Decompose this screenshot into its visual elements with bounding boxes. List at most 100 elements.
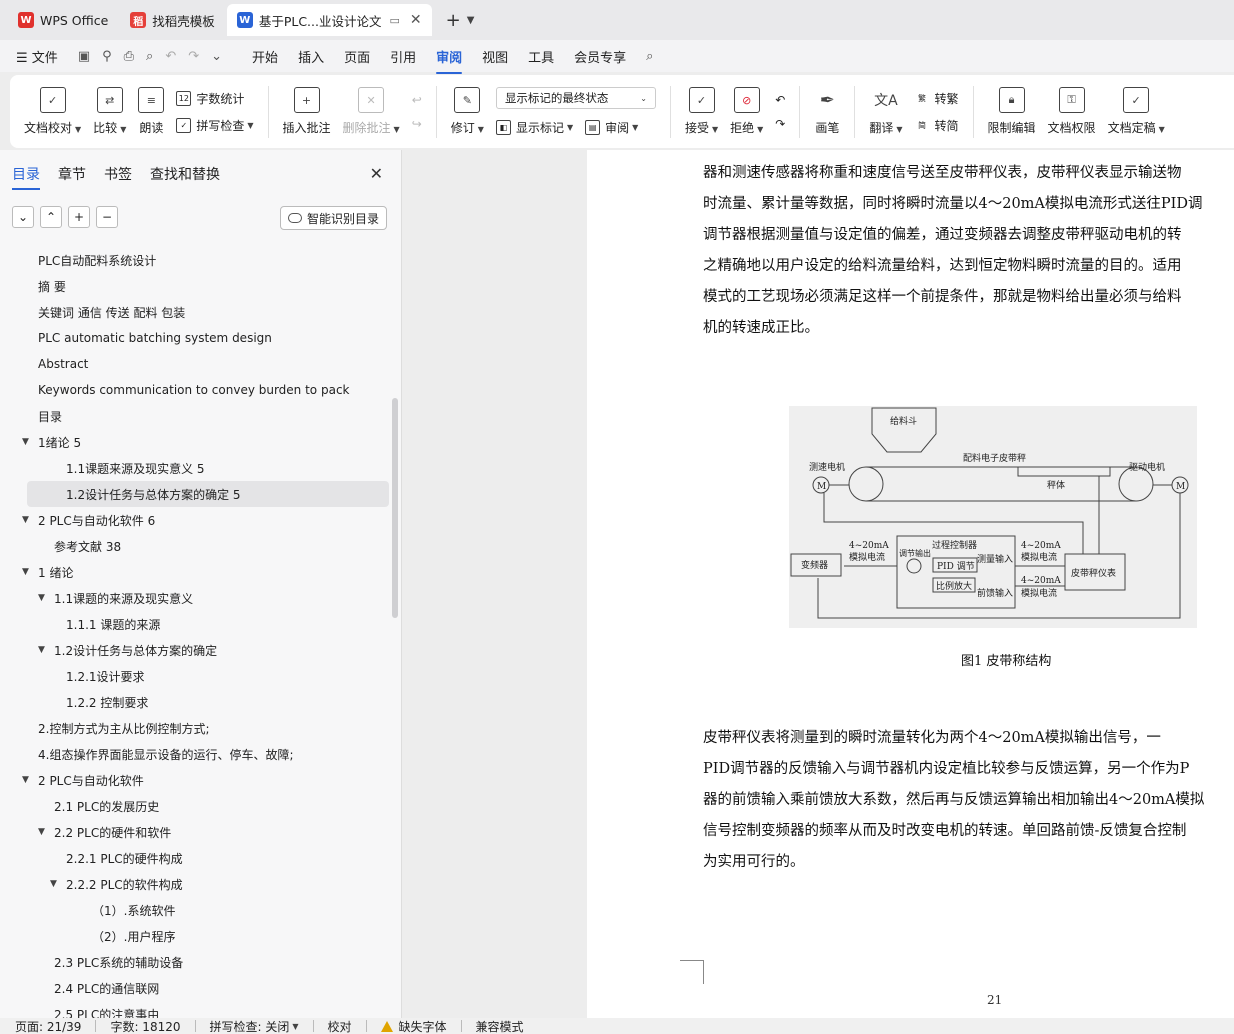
- add-tab-icon[interactable]: +: [446, 10, 461, 31]
- tab-wps-office[interactable]: W WPS Office: [8, 4, 118, 36]
- redo-icon[interactable]: ↷: [188, 49, 199, 64]
- menu-view[interactable]: 视图: [482, 47, 508, 66]
- toc-item[interactable]: 关键词 通信 传送 配料 包装: [0, 299, 392, 325]
- to-traditional-button[interactable]: 繁转繁: [915, 90, 959, 107]
- toc-item[interactable]: Abstract: [0, 351, 392, 377]
- tab-find-replace[interactable]: 查找和替换: [150, 164, 220, 184]
- review-pane-button[interactable]: ▤ 审阅 ▼: [585, 119, 638, 136]
- to-simplified-button[interactable]: 简转简: [915, 117, 959, 134]
- prev-comment-icon[interactable]: ↩: [412, 93, 422, 107]
- delete-comment-button[interactable]: ✕ 删除批注 ▼: [337, 81, 406, 143]
- restrict-edit-button[interactable]: 🔒︎ 限制编辑: [982, 81, 1042, 143]
- insert-comment-button[interactable]: + 插入批注: [277, 81, 337, 143]
- tab-template[interactable]: 稻 找稻壳模板: [120, 4, 225, 36]
- markup-state-select[interactable]: 显示标记的最终状态 ⌄: [495, 87, 656, 109]
- expand-all-icon[interactable]: ⌄: [12, 206, 34, 228]
- pen-button[interactable]: ✒ 画笔: [808, 81, 846, 143]
- caret-down-icon[interactable]: ▼: [22, 775, 29, 785]
- menu-tools[interactable]: 工具: [528, 47, 554, 66]
- toc-item[interactable]: PLC automatic batching system design: [0, 325, 392, 351]
- toc-item[interactable]: 1.1课题来源及现实意义 5: [0, 455, 392, 481]
- toc-item[interactable]: 1.1.1 课题的来源: [0, 611, 392, 637]
- close-icon[interactable]: ✕: [370, 164, 383, 183]
- word-count-indicator[interactable]: 字数: 18120: [110, 1018, 180, 1034]
- toc-item[interactable]: （2）.用户程序: [0, 923, 392, 949]
- toc-item[interactable]: ▼ 2.2.2 PLC的软件构成: [0, 871, 392, 897]
- toc-item[interactable]: 2.1 PLC的发展历史: [0, 793, 392, 819]
- more-icon[interactable]: ⌄: [211, 49, 222, 64]
- next-revision-icon[interactable]: ↷: [775, 117, 785, 131]
- show-markup-button[interactable]: ◧ 显示标记 ▼: [495, 119, 573, 136]
- toc-item[interactable]: 1.2设计任务与总体方案的确定 5: [27, 481, 389, 507]
- tab-bookmarks[interactable]: 书签: [104, 164, 132, 184]
- add-heading-icon[interactable]: +: [68, 206, 90, 228]
- toc-item[interactable]: ▼ 2 PLC与自动化软件 6: [0, 507, 392, 533]
- document-page[interactable]: 器和测速传感器将称重和速度信号送至皮带秤仪表，皮带秤仪表显示输送物 时流量、累计…: [587, 150, 1234, 1018]
- toc-item[interactable]: ▼ 1.2设计任务与总体方案的确定: [0, 637, 392, 663]
- menu-reference[interactable]: 引用: [390, 47, 416, 66]
- toc-scrollbar[interactable]: [392, 398, 398, 618]
- toc-item[interactable]: 2.3 PLC系统的辅助设备: [0, 949, 392, 975]
- toc-item[interactable]: 2.控制方式为主从比例控制方式;: [0, 715, 392, 741]
- page-indicator[interactable]: 页面: 21/39: [15, 1018, 81, 1034]
- search-icon[interactable]: ⌕: [646, 49, 653, 64]
- menu-home[interactable]: 开始: [252, 47, 278, 66]
- toc-item[interactable]: ▼ 2 PLC与自动化软件: [0, 767, 392, 793]
- toc-item[interactable]: 1.2.1设计要求: [0, 663, 392, 689]
- toc-item[interactable]: ▼ 1.1课题的来源及现实意义: [0, 585, 392, 611]
- toc-item[interactable]: 2.4 PLC的通信联网: [0, 975, 392, 1001]
- doc-permission-button[interactable]: ⚿ 文档权限: [1042, 81, 1102, 143]
- translate-button[interactable]: 文A 翻译 ▼: [863, 81, 908, 143]
- print-icon[interactable]: ⎙: [124, 49, 134, 64]
- menu-member[interactable]: 会员专享: [574, 47, 626, 66]
- spell-check-button[interactable]: ✓ 拼写检查 ▼: [176, 117, 254, 134]
- next-comment-icon[interactable]: ↪: [412, 117, 422, 131]
- print-preview-icon[interactable]: ⌕: [146, 49, 153, 64]
- proof-status[interactable]: 校对: [328, 1018, 352, 1034]
- caret-down-icon[interactable]: ▼: [50, 879, 57, 889]
- toc-item[interactable]: ▼ 1 绪论: [0, 559, 392, 585]
- menu-review[interactable]: 审阅: [436, 47, 463, 74]
- share-icon[interactable]: ⚲: [102, 49, 112, 64]
- menu-file[interactable]: ☰ 文件: [16, 47, 58, 66]
- accept-button[interactable]: ✓ 接受 ▼: [679, 81, 724, 143]
- read-aloud-button[interactable]: ≡ 朗读: [132, 81, 170, 143]
- undo-icon[interactable]: ↶: [165, 49, 176, 64]
- caret-down-icon[interactable]: ▼: [22, 515, 29, 525]
- collapse-all-icon[interactable]: ⌃: [40, 206, 62, 228]
- toc-item[interactable]: 2.2.1 PLC的硬件构成: [0, 845, 392, 871]
- menu-page[interactable]: 页面: [344, 47, 370, 66]
- doc-finalize-button[interactable]: ✓ 文档定稿 ▼: [1102, 81, 1171, 143]
- reject-button[interactable]: ⊘ 拒绝 ▼: [724, 81, 769, 143]
- close-tab-icon[interactable]: ✕: [410, 12, 422, 28]
- caret-down-icon[interactable]: ▼: [22, 437, 29, 447]
- window-mode-icon[interactable]: ▭: [389, 14, 399, 27]
- chevron-down-icon[interactable]: ▼: [467, 15, 475, 26]
- toc-item[interactable]: 参考文献 38: [0, 533, 392, 559]
- word-count-button[interactable]: 12 字数统计: [176, 90, 253, 107]
- caret-down-icon[interactable]: ▼: [38, 593, 45, 603]
- caret-down-icon[interactable]: ▼: [38, 645, 45, 655]
- remove-heading-icon[interactable]: −: [96, 206, 118, 228]
- prev-revision-icon[interactable]: ↶: [775, 93, 785, 107]
- toc-item[interactable]: （1）.系统软件: [0, 897, 392, 923]
- toc-item[interactable]: Keywords communication to convey burden …: [0, 377, 392, 403]
- tab-toc[interactable]: 目录: [12, 164, 40, 190]
- save-icon[interactable]: ▣: [78, 49, 90, 64]
- toc-item[interactable]: 1.2.2 控制要求: [0, 689, 392, 715]
- caret-down-icon[interactable]: ▼: [22, 567, 29, 577]
- toc-item[interactable]: ▼ 1绪论 5: [0, 429, 392, 455]
- missing-font-status[interactable]: 缺失字体: [380, 1018, 447, 1034]
- toc-item[interactable]: 目录: [0, 403, 392, 429]
- spell-check-status[interactable]: 拼写检查: 关闭 ▼: [210, 1018, 299, 1034]
- toc-item[interactable]: 摘 要: [0, 273, 392, 299]
- revise-button[interactable]: ✎ 修订 ▼: [445, 81, 490, 143]
- menu-insert[interactable]: 插入: [298, 47, 324, 66]
- toc-item[interactable]: 2.5 PLC的注意事由: [0, 1001, 392, 1019]
- toc-item[interactable]: PLC自动配料系统设计: [0, 247, 392, 273]
- caret-down-icon[interactable]: ▼: [38, 827, 45, 837]
- doc-check-button[interactable]: ✓ 文档校对 ▼: [18, 81, 87, 143]
- compare-button[interactable]: ⇄ 比较 ▼: [87, 81, 132, 143]
- smart-toc-button[interactable]: 智能识别目录: [279, 206, 387, 230]
- tab-document[interactable]: W 基于PLC...业设计论文 ▭ ✕: [226, 4, 432, 36]
